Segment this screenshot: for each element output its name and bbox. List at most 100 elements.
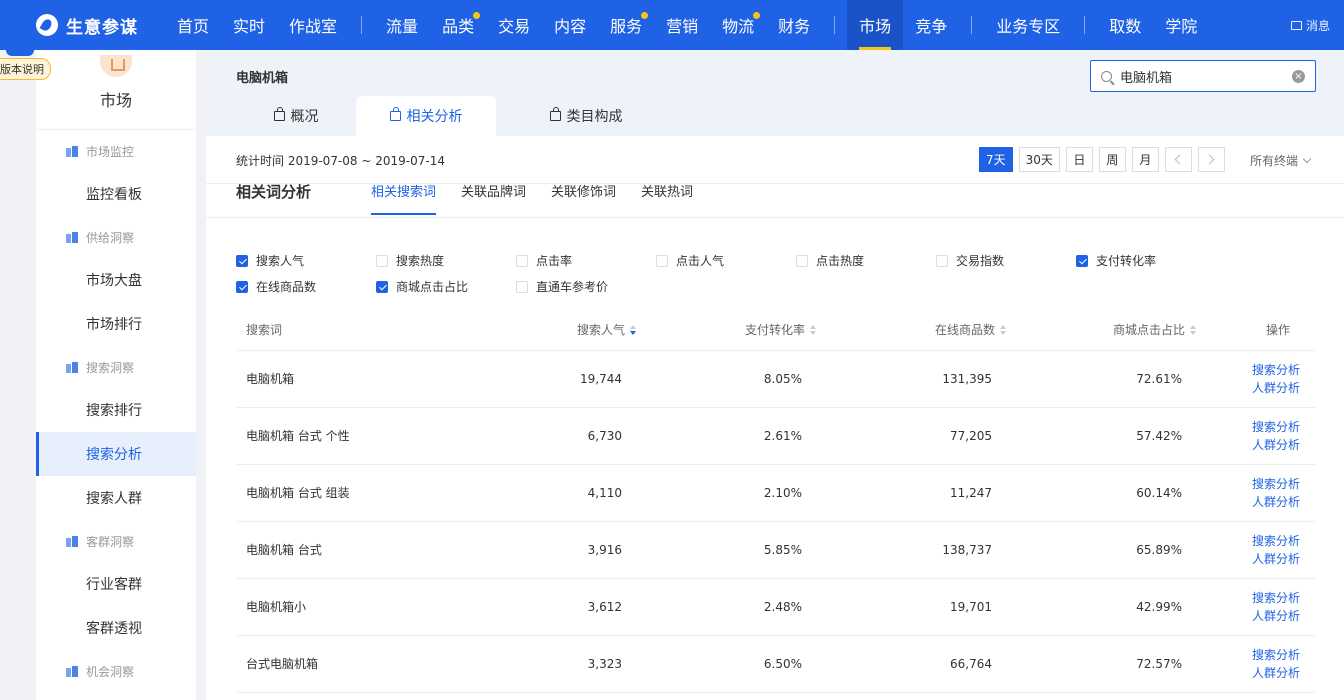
analysis-tab-相关搜索词[interactable]: 相关搜索词 <box>371 181 437 215</box>
action-link-人群分析[interactable]: 人群分析 <box>1252 550 1300 568</box>
metric-checkbox-点击热度[interactable]: 点击热度 <box>796 252 864 269</box>
metric-checkbox-点击人气[interactable]: 点击人气 <box>656 252 724 269</box>
prev-period-button[interactable] <box>1164 147 1192 172</box>
checkbox[interactable] <box>796 254 808 267</box>
sort-icon[interactable] <box>1190 325 1196 336</box>
checkbox[interactable] <box>376 254 388 267</box>
message-link[interactable]: 消息 <box>1290 17 1330 34</box>
date-btn-周[interactable]: 周 <box>1098 147 1126 172</box>
checkbox[interactable] <box>656 254 668 267</box>
sort-icon[interactable] <box>1000 325 1006 336</box>
terminal-select[interactable]: 所有终端 <box>1250 152 1312 169</box>
market-icon <box>100 54 132 77</box>
tab-类目构成[interactable]: 类目构成 <box>536 96 636 136</box>
column-label: 搜索词 <box>246 323 283 338</box>
clear-icon[interactable]: × <box>1292 70 1305 83</box>
value-cell: 57.42% <box>1006 407 1196 465</box>
sidebar-item-客群透视[interactable]: 客群透视 <box>36 606 196 650</box>
version-notes-tag[interactable]: 版本说明 <box>0 58 51 80</box>
date-btn-7天[interactable]: 7天 <box>979 147 1013 172</box>
date-btn-30天[interactable]: 30天 <box>1018 147 1060 172</box>
action-link-人群分析[interactable]: 人群分析 <box>1252 379 1300 397</box>
action-link-人群分析[interactable]: 人群分析 <box>1252 493 1300 511</box>
checkbox[interactable] <box>516 280 528 293</box>
nav-item-交易[interactable]: 交易 <box>486 0 542 50</box>
action-link-搜索分析[interactable]: 搜索分析 <box>1252 418 1300 436</box>
nav-item-实时[interactable]: 实时 <box>221 0 277 50</box>
nav-item-取数[interactable]: 取数 <box>1097 0 1153 50</box>
sidebar-item-搜索排行[interactable]: 搜索排行 <box>36 388 196 432</box>
action-link-搜索分析[interactable]: 搜索分析 <box>1252 475 1300 493</box>
analysis-tab-关联品牌词[interactable]: 关联品牌词 <box>461 181 526 215</box>
column-header-搜索人气[interactable]: 搜索人气 <box>456 310 636 351</box>
metric-checkbox-交易指数[interactable]: 交易指数 <box>936 252 1004 269</box>
analysis-tab-关联热词[interactable]: 关联热词 <box>641 181 693 215</box>
action-link-搜索分析[interactable]: 搜索分析 <box>1252 589 1300 607</box>
metric-checkbox-点击率[interactable]: 点击率 <box>516 252 572 269</box>
metric-checkbox-直通车参考价[interactable]: 直通车参考价 <box>516 278 608 295</box>
nav-item-作战室[interactable]: 作战室 <box>277 0 349 50</box>
action-link-人群分析[interactable]: 人群分析 <box>1252 664 1300 682</box>
checkbox[interactable] <box>936 254 948 267</box>
action-link-搜索分析[interactable]: 搜索分析 <box>1252 646 1300 664</box>
nav-item-业务专区[interactable]: 业务专区 <box>984 0 1072 50</box>
action-link-人群分析[interactable]: 人群分析 <box>1252 436 1300 454</box>
sidebar-item-行业客群[interactable]: 行业客群 <box>36 562 196 606</box>
nav-item-服务[interactable]: 服务 <box>598 0 654 50</box>
nav-item-品类[interactable]: 品类 <box>430 0 486 50</box>
checkbox[interactable] <box>236 254 248 267</box>
value-cell: 8.05% <box>636 350 816 408</box>
analysis-tab-关联修饰词[interactable]: 关联修饰词 <box>551 181 616 215</box>
action-link-人群分析[interactable]: 人群分析 <box>1252 607 1300 625</box>
column-header-支付转化率[interactable]: 支付转化率 <box>636 310 816 351</box>
table-row: 电脑机箱 台式 组装 4,110 2.10% 11,247 60.14% 搜索分析 人群分析 <box>236 464 1316 522</box>
action-link-搜索分析[interactable]: 搜索分析 <box>1252 532 1300 550</box>
tab-相关分析[interactable]: 相关分析 <box>356 96 496 136</box>
metric-checkbox-支付转化率[interactable]: 支付转化率 <box>1076 252 1156 269</box>
nav-item-市场[interactable]: 市场 <box>847 0 904 50</box>
column-header-在线商品数[interactable]: 在线商品数 <box>816 310 1006 351</box>
action-links: 搜索分析 人群分析 <box>1196 646 1316 682</box>
nav-item-label: 流量 <box>386 17 419 36</box>
search-input[interactable] <box>1120 68 1280 84</box>
nav-item-竞争[interactable]: 竞争 <box>903 0 959 50</box>
sidebar-item-市场排行[interactable]: 市场排行 <box>36 302 196 346</box>
chevron-left-icon <box>1174 154 1185 165</box>
tab-概况[interactable]: 概况 <box>256 96 336 136</box>
checkbox[interactable] <box>516 254 528 267</box>
sidebar-item-监控看板[interactable]: 监控看板 <box>36 172 196 216</box>
sort-icon[interactable] <box>630 325 636 336</box>
value-cell: 2.10% <box>636 464 816 522</box>
checkbox[interactable] <box>376 280 388 293</box>
metric-checkbox-在线商品数[interactable]: 在线商品数 <box>236 278 316 295</box>
metric-checkbox-商城点击占比[interactable]: 商城点击占比 <box>376 278 468 295</box>
nav-item-财务[interactable]: 财务 <box>766 0 822 50</box>
nav-item-营销[interactable]: 营销 <box>654 0 710 50</box>
brand-logo[interactable]: 生意参谋 <box>0 13 165 38</box>
checkbox[interactable] <box>1076 254 1088 267</box>
nav-item-内容[interactable]: 内容 <box>542 0 598 50</box>
nav-item-物流[interactable]: 物流 <box>710 0 766 50</box>
nav-item-学院[interactable]: 学院 <box>1153 0 1209 50</box>
sidebar-item-市场大盘[interactable]: 市场大盘 <box>36 258 196 302</box>
action-link-搜索分析[interactable]: 搜索分析 <box>1252 361 1300 379</box>
sidebar-item-搜索分析[interactable]: 搜索分析 <box>36 432 196 476</box>
next-period-button[interactable] <box>1197 147 1225 172</box>
metric-checkbox-搜索人气[interactable]: 搜索人气 <box>236 252 304 269</box>
sort-icon[interactable] <box>810 325 816 336</box>
column-header-商城点击占比[interactable]: 商城点击占比 <box>1006 310 1196 351</box>
chevron-right-icon <box>1204 154 1215 165</box>
action-links: 搜索分析 人群分析 <box>1196 475 1316 511</box>
keyword-search[interactable]: × <box>1090 60 1316 92</box>
nav-item-流量[interactable]: 流量 <box>374 0 430 50</box>
float-widget-icon[interactable] <box>6 46 34 56</box>
shopping-bag-icon <box>549 107 561 121</box>
sidebar-item-搜索人群[interactable]: 搜索人群 <box>36 476 196 520</box>
metric-checkbox-搜索热度[interactable]: 搜索热度 <box>376 252 444 269</box>
nav-item-首页[interactable]: 首页 <box>165 0 221 50</box>
date-btn-日[interactable]: 日 <box>1065 147 1093 172</box>
date-btn-月[interactable]: 月 <box>1131 147 1159 172</box>
column-header-操作: 操作 <box>1196 310 1316 351</box>
checkbox[interactable] <box>236 280 248 293</box>
nav-separator <box>1084 16 1086 34</box>
